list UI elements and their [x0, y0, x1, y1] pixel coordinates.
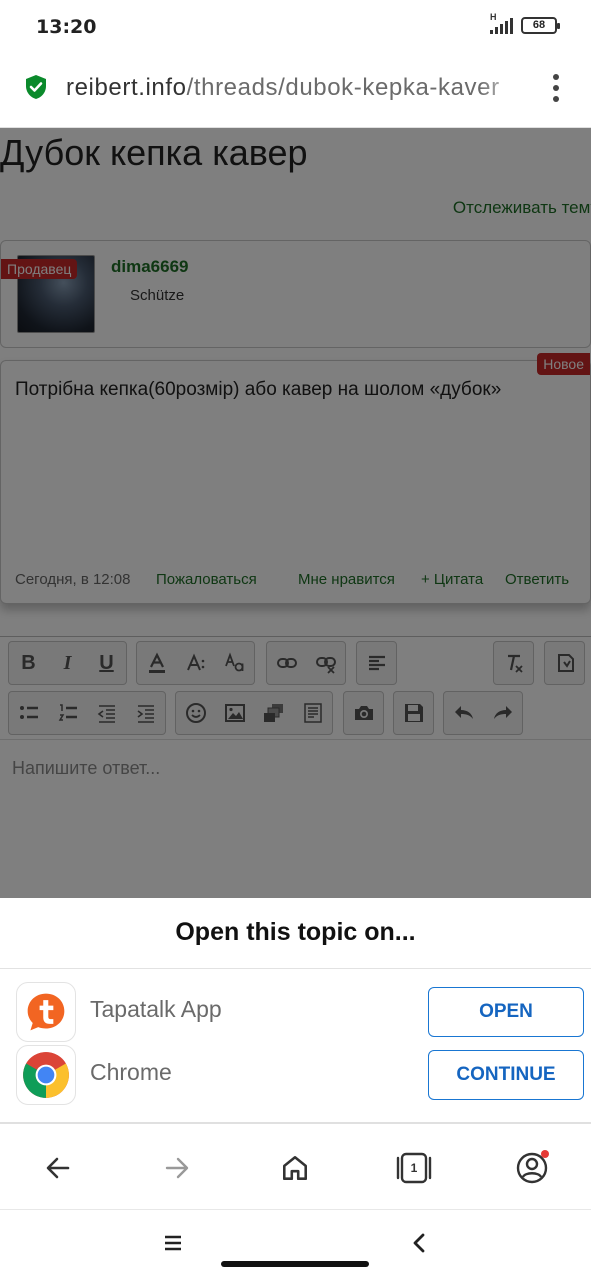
- status-time: 13:20: [36, 16, 97, 38]
- overflow-menu-icon[interactable]: [551, 74, 561, 102]
- back-arrow-icon[interactable]: [38, 1148, 78, 1188]
- home-gesture-pill[interactable]: [221, 1261, 369, 1267]
- app-row-tapatalk: Tapatalk App OPEN: [0, 982, 591, 1042]
- tab-count: 1: [410, 1161, 418, 1175]
- browser-toolbar: 1: [0, 1126, 591, 1210]
- status-bar: 13:20 H 68: [0, 0, 591, 56]
- recents-icon[interactable]: [163, 1234, 183, 1257]
- screen: 13:20 H 68 reibert.info/threads/dubok-ke…: [0, 0, 591, 1280]
- battery-icon: 68: [521, 17, 560, 34]
- signal-icon: H: [490, 12, 513, 34]
- continue-button[interactable]: CONTINUE: [428, 1050, 584, 1100]
- chrome-app-name: Chrome: [90, 1059, 172, 1085]
- modal-backdrop[interactable]: [0, 128, 591, 898]
- url-text[interactable]: reibert.info/threads/dubok-kepka-kaver: [66, 74, 526, 102]
- url-path: /threads/dubok-kepka-kaver: [186, 74, 500, 101]
- url-bar[interactable]: reibert.info/threads/dubok-kepka-kaver: [0, 56, 591, 128]
- system-nav-bar: [0, 1210, 591, 1280]
- chrome-icon: [16, 1045, 76, 1105]
- divider: [0, 968, 591, 969]
- sheet-title: Open this topic on...: [175, 918, 416, 946]
- url-domain: reibert.info: [66, 74, 187, 101]
- home-icon[interactable]: [275, 1148, 315, 1188]
- open-with-sheet: Open this topic on... Tapatalk App OPEN: [0, 898, 591, 1124]
- open-button[interactable]: OPEN: [428, 987, 584, 1037]
- tapatalk-app-name: Tapatalk App: [90, 996, 222, 1022]
- divider: [0, 1122, 591, 1124]
- network-type: H: [490, 11, 497, 22]
- forward-arrow-icon[interactable]: [157, 1148, 197, 1188]
- system-back-icon[interactable]: [410, 1232, 428, 1259]
- account-icon[interactable]: [512, 1148, 552, 1188]
- status-icons: H 68: [490, 12, 560, 34]
- tapatalk-app-icon: [16, 982, 76, 1042]
- secure-shield-icon: [26, 75, 46, 99]
- tabs-icon[interactable]: 1: [394, 1148, 434, 1188]
- app-row-chrome: Chrome CONTINUE: [0, 1045, 591, 1105]
